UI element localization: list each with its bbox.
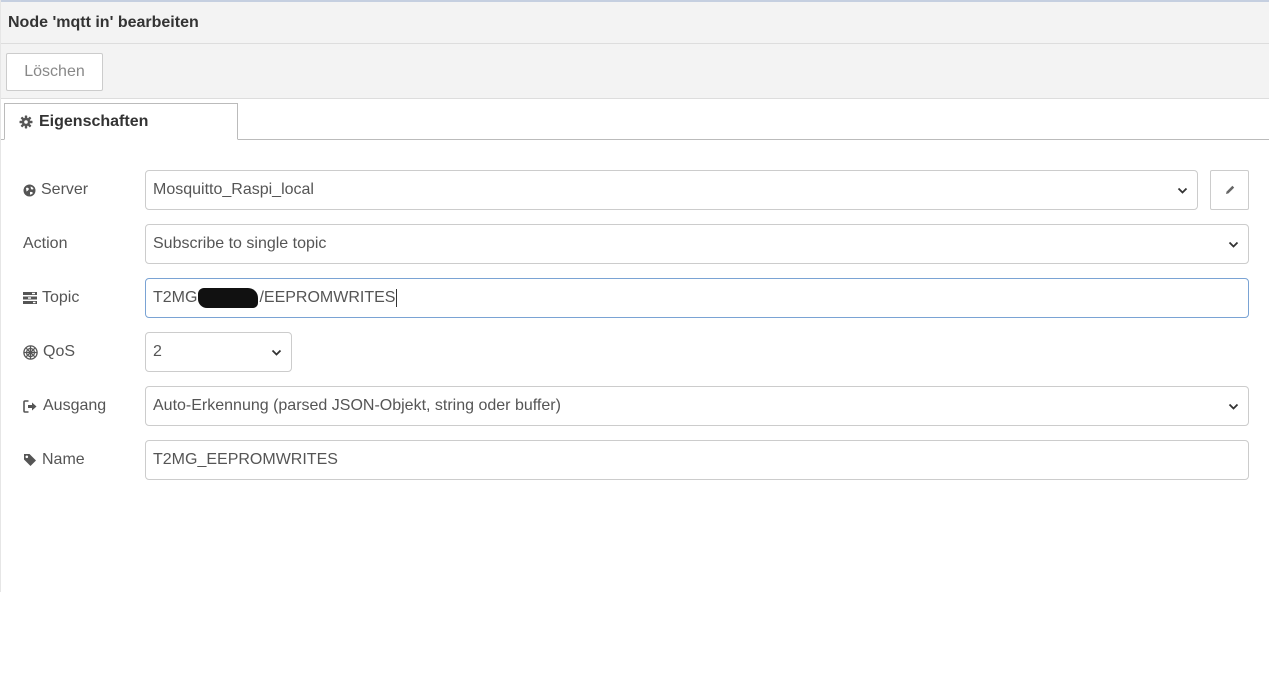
empire-icon — [23, 344, 38, 360]
tag-icon — [23, 453, 37, 467]
action-label-group: Action — [23, 224, 67, 264]
output-label-group: Ausgang — [23, 386, 106, 426]
output-select[interactable]: Auto-Erkennung (parsed JSON-Objekt, stri… — [145, 386, 1249, 426]
chevron-down-icon — [1228, 239, 1239, 250]
topic-value-suffix: /EEPROMWRITES — [259, 289, 396, 306]
server-value: Mosquitto_Raspi_local — [153, 181, 314, 198]
server-row: Server Mosquitto_Raspi_local — [1, 170, 1269, 210]
delete-button[interactable]: Löschen — [6, 53, 103, 91]
globe-icon — [23, 184, 36, 197]
topic-label-group: Topic — [23, 278, 79, 318]
qos-label-group: QoS — [23, 332, 75, 372]
redaction-mark — [198, 288, 259, 308]
topic-value-prefix: T2MG — [153, 289, 198, 306]
server-label: Server — [41, 181, 89, 198]
server-select[interactable]: Mosquitto_Raspi_local — [145, 170, 1198, 210]
action-select[interactable]: Subscribe to single topic — [145, 224, 1249, 264]
output-value: Auto-Erkennung (parsed JSON-Objekt, stri… — [153, 397, 561, 414]
pencil-icon — [1224, 184, 1236, 196]
dialog-title: Node 'mqtt in' bearbeiten — [8, 14, 199, 31]
cog-icon — [19, 115, 33, 129]
topic-input[interactable]: T2MG/EEPROMWRITES — [145, 278, 1249, 318]
dialog-header: Node 'mqtt in' bearbeiten — [1, 0, 1269, 44]
text-cursor — [396, 289, 398, 307]
qos-value: 2 — [153, 343, 162, 360]
sign-out-icon — [23, 399, 38, 413]
edit-dialog: Node 'mqtt in' bearbeiten Löschen Eigens… — [0, 0, 1269, 592]
qos-row: QoS 2 — [1, 332, 1269, 372]
chevron-down-icon — [271, 347, 282, 358]
dialog-toolbar: Löschen — [1, 44, 1269, 99]
topic-row: Topic T2MG/EEPROMWRITES — [1, 278, 1269, 318]
chevron-down-icon — [1228, 401, 1239, 412]
output-row: Ausgang Auto-Erkennung (parsed JSON-Obje… — [1, 386, 1269, 426]
tasks-icon — [23, 292, 37, 304]
action-row: Action Subscribe to single topic — [1, 224, 1269, 264]
name-label-group: Name — [23, 440, 85, 480]
qos-label: QoS — [43, 343, 76, 360]
edit-server-button[interactable] — [1210, 170, 1249, 210]
topic-label: Topic — [42, 289, 80, 306]
chevron-down-icon — [1177, 185, 1188, 196]
output-label: Ausgang — [43, 397, 107, 414]
name-row: Name T2MG_EEPROMWRITES — [1, 440, 1269, 480]
name-input[interactable]: T2MG_EEPROMWRITES — [145, 440, 1249, 480]
name-label: Name — [42, 451, 85, 468]
tab-properties[interactable]: Eigenschaften — [4, 103, 238, 140]
server-label-group: Server — [23, 170, 88, 210]
tab-properties-label: Eigenschaften — [39, 112, 149, 130]
action-label: Action — [23, 235, 68, 252]
action-value: Subscribe to single topic — [153, 235, 327, 252]
name-value: T2MG_EEPROMWRITES — [153, 451, 338, 468]
tab-bar: Eigenschaften — [1, 99, 1269, 140]
qos-select[interactable]: 2 — [145, 332, 292, 372]
